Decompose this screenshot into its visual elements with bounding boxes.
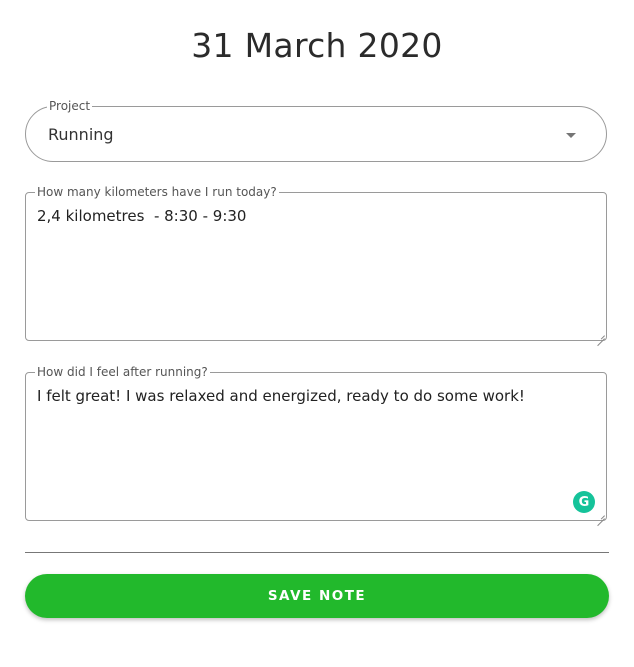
kilometers-label: How many kilometers have I run today? (35, 185, 279, 199)
project-select[interactable]: Project Running (25, 99, 607, 162)
resize-handle-icon[interactable] (597, 511, 605, 519)
project-label: Project (47, 99, 93, 113)
resize-handle-icon[interactable] (597, 331, 605, 339)
grammarly-icon[interactable]: G (573, 491, 595, 513)
project-value[interactable]: Running (48, 125, 114, 144)
kilometers-textarea[interactable]: How many kilometers have I run today? 2,… (25, 185, 607, 341)
save-note-button[interactable]: SAVE NOTE (25, 574, 609, 618)
dropdown-arrow-icon[interactable] (566, 133, 576, 138)
feeling-text[interactable]: I felt great! I was relaxed and energize… (37, 387, 525, 405)
feeling-label: How did I feel after running? (35, 365, 210, 379)
page-title: 31 March 2020 (191, 26, 443, 65)
divider (25, 552, 609, 553)
feeling-textarea[interactable]: How did I feel after running? I felt gre… (25, 365, 607, 521)
kilometers-text[interactable]: 2,4 kilometres - 8:30 - 9:30 (37, 207, 246, 225)
